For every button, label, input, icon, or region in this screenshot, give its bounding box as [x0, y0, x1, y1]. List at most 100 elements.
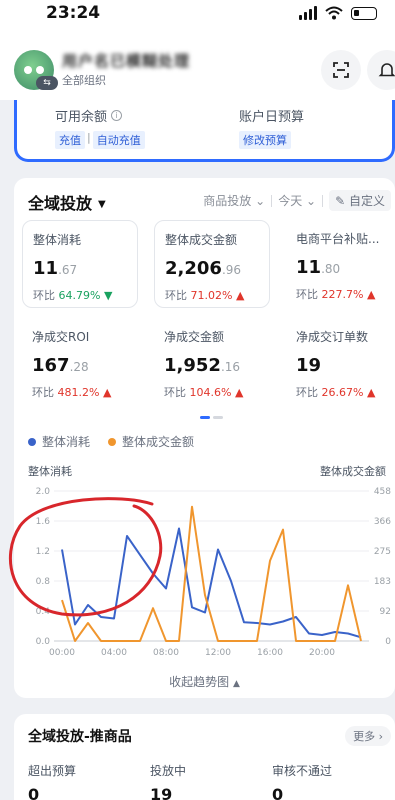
x-tick-label: 20:00	[309, 648, 335, 658]
customize-button[interactable]: ✎ 自定义	[329, 190, 391, 211]
legend-dot-blue	[28, 438, 36, 446]
arrow-up-icon: ▲	[235, 289, 245, 302]
metric-label: 净成交ROI	[32, 330, 90, 344]
metric-value: 11.67	[33, 258, 78, 279]
more-button[interactable]: 更多 ›	[345, 726, 391, 746]
x-tick-label: 00:00	[49, 648, 75, 658]
rejected-stat[interactable]: 审核不通过 0	[272, 762, 332, 800]
caret-down-icon: ▼	[98, 199, 106, 210]
chevron-down-icon: ⌄	[306, 194, 317, 208]
chevron-down-icon: ⌄	[255, 194, 266, 208]
right-tick-label: 183	[374, 577, 391, 587]
metric-value: 2,206.96	[165, 258, 242, 279]
metric-value: 11.80	[296, 257, 341, 278]
switch-account-icon[interactable]: ⇆	[36, 76, 58, 90]
active-stat[interactable]: 投放中 19	[150, 762, 186, 800]
scan-button[interactable]	[321, 50, 361, 90]
signal-icon	[299, 6, 317, 20]
legend-item-gmv[interactable]: 整体成交金额	[108, 433, 194, 450]
scan-icon	[333, 62, 349, 78]
collapse-trend-button[interactable]: 收起趋势图 ▲	[14, 673, 395, 690]
metrics-pager[interactable]	[200, 416, 223, 419]
left-tick-label: 1.6	[36, 517, 51, 527]
panel-title-dropdown[interactable]: 全域投放 ▼	[28, 190, 106, 214]
campaign-panel: 全域投放 ▼ 商品投放 ⌄ 今天 ⌄ ✎ 自定义 整体消耗 11.67 环比 64.7…	[8, 178, 395, 698]
arrow-up-icon: ▲	[366, 288, 376, 301]
modify-budget-link[interactable]: 修改预算	[239, 131, 291, 149]
x-tick-label: 16:00	[257, 648, 283, 658]
left-tick-label: 0.4	[36, 607, 51, 617]
available-balance: 可用余额 i 充值 | 自动充值	[55, 106, 145, 149]
available-balance-label: 可用余额	[55, 110, 108, 125]
status-time: 23:24	[46, 3, 101, 23]
right-tick-label: 92	[380, 607, 391, 617]
x-tick-label: 08:00	[153, 648, 179, 658]
promote-products-card: 全域投放-推商品 更多 › 超出预算 0 投放中 19 审核不通过 0	[14, 714, 395, 800]
x-tick-label: 04:00	[101, 648, 127, 658]
divider	[322, 194, 324, 207]
metric-net-orders[interactable]: 净成交订单数 19 环比 26.67% ▲	[286, 318, 395, 406]
status-bar: 23:24	[0, 0, 395, 28]
arrow-down-icon: ▼	[103, 289, 113, 302]
caret-up-icon: ▲	[232, 679, 240, 689]
metric-value: 19	[296, 355, 322, 376]
metric-label: 电商平台补贴...	[296, 232, 380, 246]
date-filter-dropdown[interactable]: 今天 ⌄	[278, 192, 316, 209]
metric-change: 环比 104.6% ▲	[164, 386, 244, 399]
series-line-gmv	[61, 505, 362, 642]
metric-net-gmv[interactable]: 净成交金额 1,952.16 环比 104.6% ▲	[154, 318, 270, 406]
pen-icon: ✎	[335, 194, 346, 208]
left-tick-label: 0.8	[36, 577, 51, 587]
metric-change: 环比 481.2% ▲	[32, 386, 112, 399]
metric-value: 167.28	[32, 355, 89, 376]
metric-change: 环比 64.79% ▼	[33, 289, 113, 302]
metric-label: 整体成交金额	[165, 233, 238, 247]
auto-recharge-link[interactable]: 自动充值	[92, 131, 145, 149]
battery-icon	[351, 6, 377, 20]
daily-budget: 账户日预算 修改预算	[239, 106, 304, 149]
right-tick-label: 0	[385, 637, 391, 647]
promote-products-title: 全域投放-推商品	[28, 729, 132, 745]
metric-label: 净成交金额	[164, 330, 225, 344]
left-axis-title: 整体消耗	[28, 464, 72, 478]
right-tick-label: 366	[374, 517, 391, 527]
status-icons	[299, 6, 377, 20]
org-label[interactable]: 全部组织	[62, 72, 106, 88]
link-divider: |	[87, 131, 91, 144]
left-tick-label: 2.0	[36, 487, 51, 497]
right-tick-label: 458	[374, 487, 391, 497]
balance-card: 可用余额 i 充值 | 自动充值 账户日预算 修改预算	[14, 100, 395, 162]
account-header: ⇆ 用户名已模糊处理 全部组织	[0, 28, 395, 100]
right-tick-label: 275	[374, 547, 391, 557]
wifi-icon	[325, 6, 343, 20]
panel-title: 全域投放	[28, 194, 93, 213]
product-filter-dropdown[interactable]: 商品投放 ⌄	[203, 192, 265, 209]
arrow-up-icon: ▲	[234, 386, 244, 399]
chart-legend: 整体消耗 整体成交金额	[28, 433, 194, 450]
metric-change: 环比 227.7% ▲	[296, 288, 376, 301]
metric-total-spend[interactable]: 整体消耗 11.67 环比 64.79% ▼	[22, 220, 138, 308]
metric-net-roi[interactable]: 净成交ROI 167.28 环比 481.2% ▲	[22, 318, 138, 406]
trend-chart[interactable]: 整体消耗 整体成交金额 0.0 0 0.4 92 0.8 183 1.2 275 1.6 366 2.0…	[14, 463, 395, 668]
bell-icon	[378, 63, 395, 77]
recharge-link[interactable]: 充值	[55, 131, 85, 149]
divider	[271, 194, 273, 207]
right-axis-title: 整体成交金额	[320, 464, 386, 478]
over-budget-stat[interactable]: 超出预算 0	[28, 762, 76, 800]
metric-value: 1,952.16	[164, 355, 241, 376]
info-icon[interactable]: i	[111, 110, 123, 121]
metric-label: 整体消耗	[33, 233, 82, 247]
metric-change: 环比 26.67% ▲	[296, 386, 376, 399]
notification-button[interactable]	[367, 50, 395, 90]
account-name[interactable]: 用户名已模糊处理	[62, 50, 232, 70]
filters: 商品投放 ⌄ 今天 ⌄ ✎ 自定义	[203, 190, 391, 211]
left-tick-label: 1.2	[36, 547, 50, 557]
metric-total-gmv[interactable]: 整体成交金额 2,206.96 环比 71.02% ▲	[154, 220, 270, 308]
metric-platform-subsidy[interactable]: 电商平台补贴... 11.80 环比 227.7% ▲	[286, 220, 395, 308]
x-tick-label: 12:00	[205, 648, 231, 658]
legend-item-spend[interactable]: 整体消耗	[28, 433, 90, 450]
daily-budget-label: 账户日预算	[239, 110, 305, 125]
metric-change: 环比 71.02% ▲	[165, 289, 245, 302]
metric-label: 净成交订单数	[296, 330, 369, 344]
left-tick-label: 0.0	[36, 637, 51, 647]
